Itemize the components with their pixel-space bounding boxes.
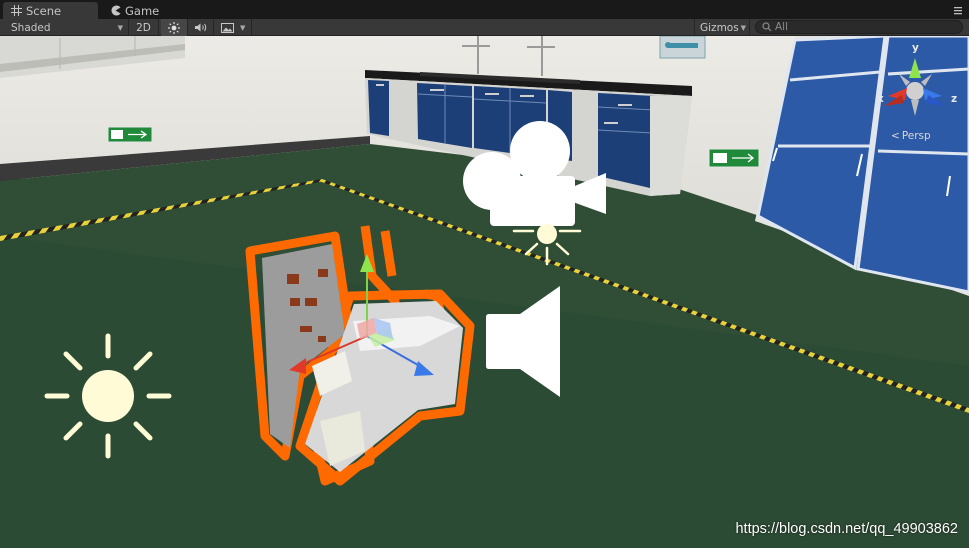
tab-game-label: Game [125,3,160,18]
shading-mode-dropdown[interactable]: Shaded ▼ [0,19,129,36]
gizmo-y-label: y [912,42,919,54]
gizmo-x-label: x [877,93,884,105]
chevron-down-icon: ▼ [740,23,746,32]
panel-menu-icon[interactable] [953,5,963,15]
gizmos-label: Gizmos [700,21,739,34]
audio-toggle-button[interactable] [188,19,214,36]
scene-toolbar: Shaded ▼ 2D ▼ Gizmos ▼ All [0,19,969,36]
toggle-2d-button[interactable]: 2D [129,19,159,36]
lighting-toggle-button[interactable] [161,19,188,36]
directional-light-gizmo-icon [44,333,172,459]
projection-label: Persp [901,130,931,142]
tab-bar: Scene Game [0,0,969,19]
tab-scene-label: Scene [26,3,62,18]
toggle-2d-label: 2D [136,21,151,34]
chevron-down-icon: ▼ [240,23,246,32]
pacman-icon [111,5,121,16]
projection-toggle[interactable]: < Persp [891,130,931,142]
watermark-text: https://blog.csdn.net/qq_49903862 [735,521,958,537]
scene-viewport[interactable]: y x z < Persp https://blog.csdn.net/qq_4… [0,36,969,548]
effects-dropdown[interactable]: ▼ [214,19,252,36]
tab-game[interactable]: Game [102,2,192,19]
search-icon [762,22,772,32]
shading-mode-label: Shaded [11,21,51,34]
exit-sign-left [107,126,153,143]
speaker-icon [194,23,206,32]
tab-scene[interactable]: Scene [3,2,98,19]
sun-icon [168,21,180,34]
image-icon [221,22,234,33]
grid-icon [11,5,22,16]
perspective-icon: < [891,130,900,142]
search-placeholder: All [775,21,789,33]
search-input[interactable]: All [755,20,963,34]
wall-poster [659,36,706,59]
gizmo-z-label: z [951,93,958,105]
exit-sign-right [708,148,760,168]
gizmos-dropdown[interactable]: Gizmos ▼ [694,19,750,36]
chevron-down-icon: ▼ [117,23,123,32]
